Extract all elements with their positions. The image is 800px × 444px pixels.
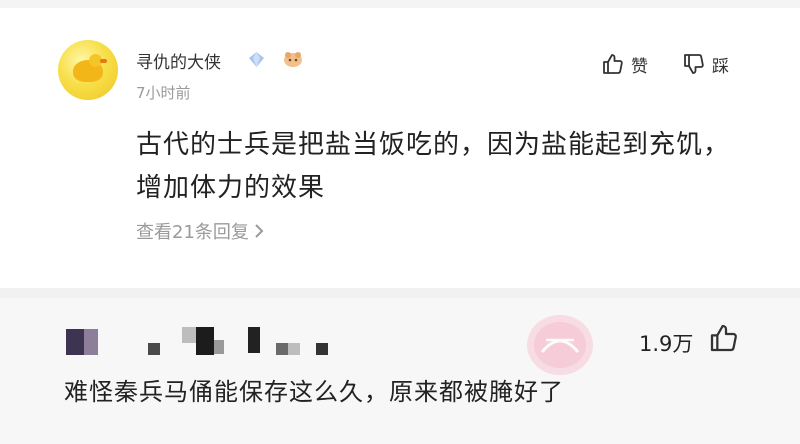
top-separator xyxy=(0,0,800,8)
comment-content: 古代的士兵是把盐当饭吃的，因为盐能起到充饥，增加体力的效果 xyxy=(136,130,731,203)
avatar-duck-beak xyxy=(100,59,107,63)
reply-text: 难怪秦兵马俑能保存这么久，原来都被腌好了 xyxy=(64,378,564,406)
reply-like-count: 1.9万 xyxy=(639,332,694,356)
watermark-stamp-icon xyxy=(527,315,593,375)
view-replies-link[interactable]: 查看21条回复 xyxy=(136,218,265,244)
dislike-button[interactable]: 踩 xyxy=(682,50,729,78)
thumbs-up-icon xyxy=(603,54,623,74)
comment-time: 7小时前 xyxy=(136,84,191,102)
dislike-label: 踩 xyxy=(712,56,729,77)
reply-card xyxy=(0,298,800,444)
reply-thumbs-up-icon[interactable] xyxy=(708,322,740,354)
like-button[interactable]: 赞 xyxy=(601,50,648,78)
emoji-badge-icon xyxy=(284,52,302,67)
avatar[interactable] xyxy=(58,40,118,100)
diamond-badge-icon xyxy=(249,52,264,67)
thumbs-down-icon xyxy=(684,54,704,74)
username[interactable]: 寻仇的大侠 xyxy=(136,48,221,73)
section-divider xyxy=(0,288,800,298)
like-label: 赞 xyxy=(631,56,648,77)
view-replies-label: 查看21条回复 xyxy=(136,222,249,243)
chevron-right-icon xyxy=(255,224,264,238)
